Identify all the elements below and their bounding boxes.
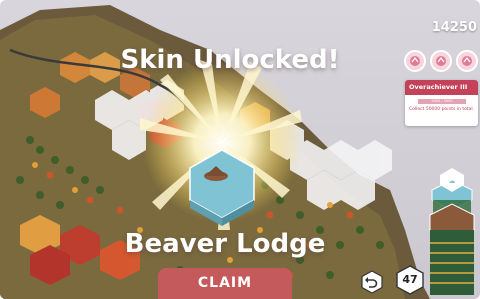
achievement-card-header: Overachiever III — [405, 80, 478, 95]
achievement-progress-text: 5000 / 5000 — [431, 99, 453, 103]
tiles-remaining-count: 47 — [402, 273, 418, 286]
game-screen: ☁ 14250 Overachiever III 5000 / 5000 Col… — [0, 0, 480, 299]
achievement-card: Overachiever III 5000 / 5000 Collect 500… — [405, 80, 478, 126]
claim-button[interactable]: CLAIM — [158, 268, 292, 299]
achievement-description: Collect 50000 points in total. — [409, 107, 475, 112]
pink-badge-icon — [404, 50, 426, 72]
undo-button[interactable] — [360, 270, 384, 294]
achievement-title: Overachiever III — [409, 83, 468, 91]
tiles-remaining-badge: 47 — [395, 265, 425, 295]
unlocked-item-name: Beaver Lodge — [124, 229, 326, 259]
undo-arrow-icon — [361, 270, 383, 294]
pink-badge-icon — [456, 50, 478, 72]
svg-text:☁: ☁ — [449, 177, 456, 185]
score-counter: 14250 — [431, 20, 477, 35]
pink-badge-icon — [430, 50, 452, 72]
unlock-headline: Skin Unlocked! — [120, 45, 340, 75]
